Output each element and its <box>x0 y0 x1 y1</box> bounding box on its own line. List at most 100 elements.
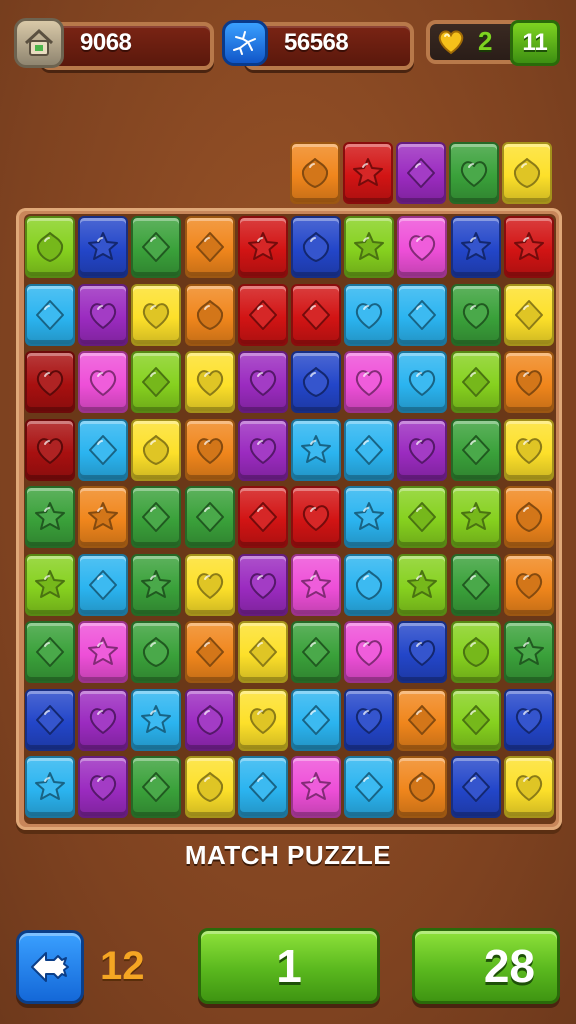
board-tile[interactable] <box>503 486 554 548</box>
level-button[interactable]: 1 <box>198 928 380 1004</box>
board-tile[interactable] <box>237 216 288 278</box>
board-tile[interactable] <box>237 756 288 818</box>
board-tile[interactable] <box>237 621 288 683</box>
board-tile[interactable] <box>503 351 554 413</box>
board-tile[interactable] <box>291 351 341 413</box>
board-tile[interactable] <box>131 486 182 548</box>
board-tile[interactable] <box>291 553 341 616</box>
board-tile[interactable] <box>450 283 501 346</box>
board-tile[interactable] <box>291 756 341 818</box>
board-tile[interactable] <box>184 216 235 278</box>
board-tile[interactable] <box>131 553 182 616</box>
board-tile[interactable] <box>131 216 182 278</box>
board-tile[interactable] <box>237 688 288 751</box>
board-tile[interactable] <box>25 621 75 683</box>
board-tile[interactable] <box>25 486 75 548</box>
board-tile[interactable] <box>344 216 395 278</box>
board-tile[interactable] <box>503 418 554 481</box>
add-coins-button[interactable]: 11 <box>510 20 560 66</box>
board-tile[interactable] <box>78 283 129 346</box>
board-tile[interactable] <box>397 418 448 481</box>
board-tile[interactable] <box>503 621 554 683</box>
board-tile[interactable] <box>503 756 554 818</box>
board-tile[interactable] <box>131 283 182 346</box>
board-tile[interactable] <box>503 688 554 751</box>
board-tile[interactable] <box>450 553 501 616</box>
board-tile[interactable] <box>450 688 501 751</box>
board-tile[interactable] <box>25 756 75 818</box>
board-tile[interactable] <box>450 418 501 481</box>
board-tile[interactable] <box>397 283 448 346</box>
board-tile[interactable] <box>450 351 501 413</box>
back-button[interactable] <box>16 930 84 1004</box>
board-tile[interactable] <box>78 216 129 278</box>
board-tile[interactable] <box>131 688 182 751</box>
board-tile[interactable] <box>503 553 554 616</box>
board-tile[interactable] <box>184 283 235 346</box>
board-tile[interactable] <box>78 756 129 818</box>
board-tile[interactable] <box>78 418 129 481</box>
preview-tile[interactable] <box>502 142 552 204</box>
board-tile[interactable] <box>450 486 501 548</box>
board-tile[interactable] <box>131 418 182 481</box>
score-button[interactable]: 28 <box>412 928 560 1004</box>
board-tile[interactable] <box>25 283 75 346</box>
preview-tile[interactable] <box>343 142 393 204</box>
board-tile[interactable] <box>78 486 129 548</box>
board-tile[interactable] <box>344 553 395 616</box>
board-tile[interactable] <box>344 486 395 548</box>
board-tile[interactable] <box>291 621 341 683</box>
board-tile[interactable] <box>450 216 501 278</box>
board-tile[interactable] <box>450 756 501 818</box>
board-tile[interactable] <box>291 283 341 346</box>
board-tile[interactable] <box>291 688 341 751</box>
board-tile[interactable] <box>397 756 448 818</box>
board-tile[interactable] <box>237 283 288 346</box>
board-tile[interactable] <box>131 351 182 413</box>
board-tile[interactable] <box>237 553 288 616</box>
board-tile[interactable] <box>344 621 395 683</box>
board-tile[interactable] <box>184 486 235 548</box>
board-tile[interactable] <box>397 216 448 278</box>
board-tile[interactable] <box>131 756 182 818</box>
board-tile[interactable] <box>291 486 341 548</box>
board-tile[interactable] <box>397 621 448 683</box>
board-tile[interactable] <box>78 351 129 413</box>
board-tile[interactable] <box>291 418 341 481</box>
preview-tile[interactable] <box>449 142 499 204</box>
board-tile[interactable] <box>184 756 235 818</box>
board-tile[interactable] <box>237 351 288 413</box>
preview-tile[interactable] <box>290 142 340 204</box>
house-icon[interactable] <box>14 18 64 68</box>
board-tile[interactable] <box>397 486 448 548</box>
board-tile[interactable] <box>397 688 448 751</box>
board-tile[interactable] <box>25 418 75 481</box>
preview-tile[interactable] <box>396 142 446 204</box>
game-board[interactable] <box>24 214 556 824</box>
board-tile[interactable] <box>344 283 395 346</box>
board-tile[interactable] <box>237 486 288 548</box>
board-tile[interactable] <box>184 688 235 751</box>
board-tile[interactable] <box>184 418 235 481</box>
board-tile[interactable] <box>397 553 448 616</box>
board-tile[interactable] <box>344 756 395 818</box>
board-tile[interactable] <box>25 553 75 616</box>
board-tile[interactable] <box>25 216 75 278</box>
board-tile[interactable] <box>184 553 235 616</box>
board-tile[interactable] <box>184 351 235 413</box>
board-tile[interactable] <box>397 351 448 413</box>
crack-icon[interactable] <box>222 20 268 66</box>
board-tile[interactable] <box>237 418 288 481</box>
board-tile[interactable] <box>184 621 235 683</box>
board-tile[interactable] <box>503 216 554 278</box>
board-tile[interactable] <box>78 621 129 683</box>
board-tile[interactable] <box>450 621 501 683</box>
board-tile[interactable] <box>344 688 395 751</box>
board-tile[interactable] <box>78 553 129 616</box>
board-tile[interactable] <box>344 418 395 481</box>
board-tile[interactable] <box>25 688 75 751</box>
board-tile[interactable] <box>503 283 554 346</box>
board-tile[interactable] <box>78 688 129 751</box>
board-tile[interactable] <box>344 351 395 413</box>
board-tile[interactable] <box>131 621 182 683</box>
